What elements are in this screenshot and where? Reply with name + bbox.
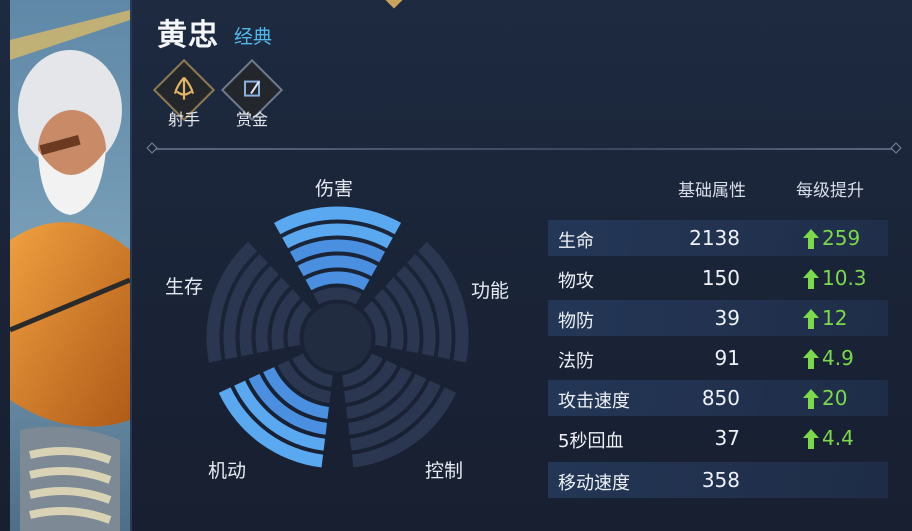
up-arrow-icon — [803, 429, 819, 449]
stat-name: 攻击速度 — [558, 391, 630, 412]
stat-base: 358 — [701, 468, 740, 492]
stat-growth: 20 — [822, 386, 848, 410]
header-growth: 每级提升 — [796, 181, 864, 201]
stat-name: 法防 — [558, 351, 594, 372]
stat-name: 物攻 — [558, 271, 594, 292]
stat-base: 2138 — [689, 226, 740, 250]
stat-row: 移动速度 358 — [548, 462, 888, 498]
stat-row: 5秒回血 37 4.4 — [548, 420, 888, 456]
stat-row: 物防 39 12 — [548, 300, 888, 336]
section-divider — [146, 142, 902, 154]
stat-base: 91 — [714, 346, 740, 370]
stat-base: 850 — [701, 386, 740, 410]
stat-name: 移动速度 — [558, 473, 630, 494]
stat-growth: 10.3 — [822, 266, 867, 290]
ability-radar — [206, 206, 469, 468]
radar-label-control: 控制 — [425, 460, 464, 482]
up-arrow-icon — [803, 229, 819, 249]
hero-skin-label[interactable]: 经典 — [234, 22, 272, 49]
radar-label-ability: 功能 — [471, 280, 510, 302]
role-badge-bounty[interactable]: 赏金 — [220, 58, 284, 130]
stat-row: 生命 2138 259 — [548, 220, 888, 256]
up-arrow-icon — [803, 269, 819, 289]
stat-name: 物防 — [558, 311, 594, 332]
stat-row: 物攻 150 10.3 — [548, 260, 888, 296]
stat-base: 39 — [714, 306, 740, 330]
radar-label-survival: 生存 — [165, 276, 204, 298]
stat-growth: 259 — [822, 226, 861, 250]
stat-row: 法防 91 4.9 — [548, 340, 888, 376]
up-arrow-icon — [803, 389, 819, 409]
radar-label-damage: 伤害 — [315, 178, 354, 200]
stat-base: 150 — [701, 266, 740, 290]
role-badge-archer[interactable]: 射手 — [152, 58, 216, 130]
hero-portrait — [10, 0, 132, 531]
role-label-bounty: 赏金 — [235, 110, 268, 129]
stat-base: 37 — [714, 426, 740, 450]
stat-growth: 4.4 — [822, 426, 854, 450]
stat-growth: 4.9 — [822, 346, 854, 370]
up-arrow-icon — [803, 349, 819, 369]
stat-row: 攻击速度 850 20 — [548, 380, 888, 416]
radar-segment-damage — [313, 287, 362, 305]
stat-name: 生命 — [558, 231, 594, 252]
up-arrow-icon — [803, 309, 819, 329]
stat-growth: 12 — [822, 306, 848, 330]
role-label-archer: 射手 — [167, 110, 200, 129]
radar-label-mobility: 机动 — [208, 460, 247, 482]
stat-name: 5秒回血 — [558, 431, 624, 452]
hero-name: 黄忠 — [157, 18, 219, 53]
radar-center — [303, 303, 372, 372]
radar-segment-damage — [305, 271, 370, 291]
header-base-stats: 基础属性 — [678, 181, 746, 201]
